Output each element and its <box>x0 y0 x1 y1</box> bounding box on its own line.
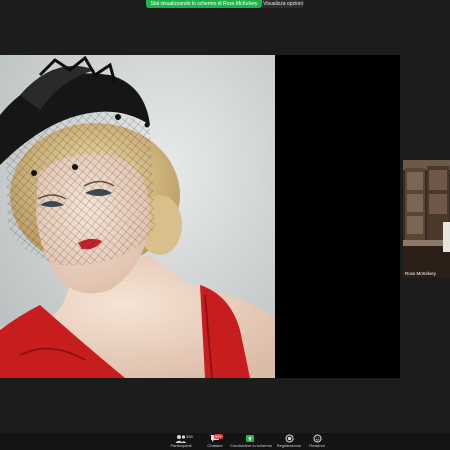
reactions-button[interactable]: Reazioni <box>297 434 337 450</box>
share-screen-label: Condividere lo schermo <box>230 443 273 448</box>
participant-name: Ross McKelvey <box>405 271 437 276</box>
portrait-image <box>0 55 275 378</box>
participant-video <box>403 160 450 278</box>
participant-video-tile[interactable]: Ross McKelvey <box>403 160 450 278</box>
reactions-icon <box>313 434 321 443</box>
screen-share-banner[interactable]: Stai visualizzando lo schermo di Ross Mc… <box>146 0 262 8</box>
record-icon <box>285 434 293 443</box>
shared-photo <box>0 55 275 378</box>
meeting-toolbar: Partecipanti 358 Chattare 99+ Condivider… <box>0 433 450 450</box>
share-screen-icon <box>246 435 254 442</box>
share-screen-button[interactable]: Condividere lo schermo <box>230 434 273 450</box>
chat-label: Chattare <box>207 443 223 448</box>
shared-screen-area <box>0 55 400 378</box>
view-options-button[interactable]: Visualizza opzioni <box>262 0 304 8</box>
chat-unread-badge: 99+ <box>214 434 223 439</box>
participants-count: 358 <box>186 434 193 439</box>
reactions-label: Reazioni <box>309 443 325 448</box>
